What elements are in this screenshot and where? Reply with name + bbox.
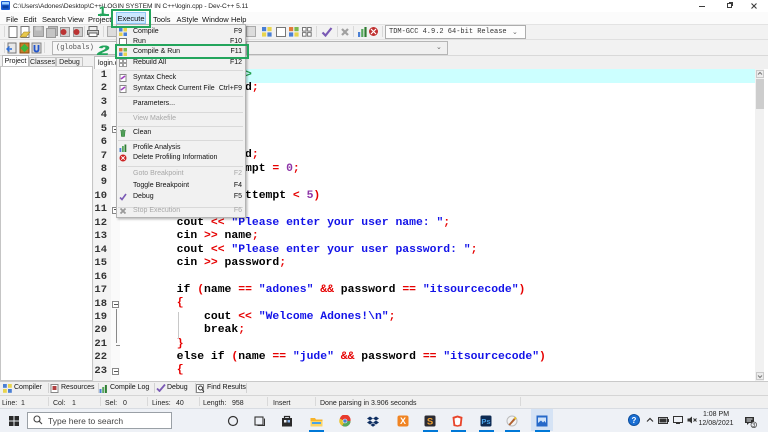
- svg-text:3: 3: [752, 423, 755, 428]
- svg-text:S: S: [427, 416, 433, 427]
- svg-text:?: ?: [632, 416, 637, 425]
- svg-text:Ps: Ps: [481, 417, 490, 426]
- svg-text:X: X: [400, 416, 406, 426]
